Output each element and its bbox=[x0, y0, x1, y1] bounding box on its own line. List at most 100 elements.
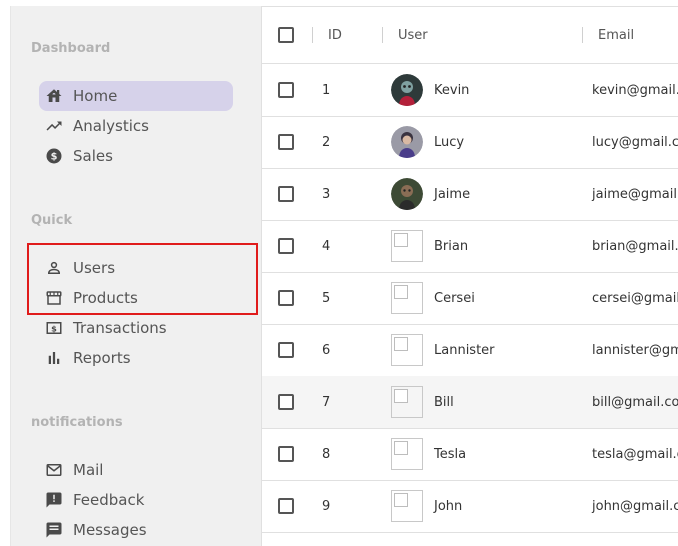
sidebar-item-label: Feedback bbox=[73, 491, 145, 509]
sidebar-item-label: Users bbox=[73, 259, 116, 277]
mail-icon bbox=[45, 461, 63, 479]
users-data-grid: ID User Email 1 Kevin kevin@gmail.com 2 bbox=[261, 6, 678, 533]
column-header-email[interactable]: Email bbox=[598, 7, 634, 63]
sidebar-item-label: Mail bbox=[73, 461, 104, 479]
row-id: 9 bbox=[322, 498, 331, 514]
sidebar-item-feedback[interactable]: Feedback bbox=[39, 485, 233, 515]
section-title-quick: Quick bbox=[31, 213, 73, 228]
sidebar-item-home[interactable]: Home bbox=[39, 81, 233, 111]
sidebar-item-transactions[interactable]: $ Transactions bbox=[39, 313, 233, 343]
user-icon bbox=[45, 259, 63, 277]
user-name: Lannister bbox=[434, 342, 495, 358]
feedback-icon bbox=[45, 491, 63, 509]
row-checkbox[interactable] bbox=[278, 342, 294, 358]
sidebar-item-analytics[interactable]: Analystics bbox=[39, 111, 233, 141]
user-name: Bill bbox=[434, 394, 454, 410]
user-email: lucy@gmail.com bbox=[592, 134, 678, 150]
column-header-user[interactable]: User bbox=[398, 7, 428, 63]
table-row[interactable]: 9 John john@gmail.com bbox=[262, 480, 678, 533]
user-name: Kevin bbox=[434, 82, 470, 98]
user-name: Lucy bbox=[434, 134, 465, 150]
sidebar-item-label: Transactions bbox=[73, 319, 167, 337]
user-name: Cersei bbox=[434, 290, 475, 306]
user-name: Tesla bbox=[434, 446, 467, 462]
row-id: 1 bbox=[322, 82, 331, 98]
row-id: 6 bbox=[322, 342, 331, 358]
trending-up-icon bbox=[45, 117, 63, 135]
user-email: john@gmail.com bbox=[592, 498, 678, 514]
sidebar-item-mail[interactable]: Mail bbox=[39, 455, 233, 485]
broken-image-icon bbox=[391, 490, 423, 522]
sidebar-item-label: Messages bbox=[73, 521, 147, 539]
bar-chart-icon bbox=[45, 349, 63, 367]
section-title-notifications: notifications bbox=[31, 415, 123, 430]
user-name: Jaime bbox=[434, 186, 471, 202]
sidebar-item-users[interactable]: Users bbox=[39, 253, 233, 283]
broken-image-icon bbox=[391, 438, 423, 470]
row-id: 8 bbox=[322, 446, 331, 462]
broken-image-icon bbox=[391, 282, 423, 314]
sidebar-item-label: Home bbox=[73, 87, 118, 105]
row-id: 3 bbox=[322, 186, 331, 202]
user-email: lannister@gmail.com bbox=[592, 342, 678, 358]
table-row[interactable]: 5 Cersei cersei@gmail.com bbox=[262, 272, 678, 325]
row-checkbox[interactable] bbox=[278, 238, 294, 254]
broken-image-icon bbox=[391, 230, 423, 262]
column-separator[interactable] bbox=[382, 27, 383, 43]
section-title-dashboard: Dashboard bbox=[31, 41, 111, 56]
home-icon bbox=[45, 87, 63, 105]
sidebar-item-sales[interactable]: $ Sales bbox=[39, 141, 233, 171]
table-row[interactable]: 7 Bill bill@gmail.com bbox=[262, 376, 678, 429]
avatar bbox=[391, 74, 423, 106]
user-email: brian@gmail.com bbox=[592, 238, 678, 254]
table-row[interactable]: 3 Jaime jaime@gmail.com bbox=[262, 168, 678, 221]
table-row[interactable]: 1 Kevin kevin@gmail.com bbox=[262, 64, 678, 117]
storefront-icon bbox=[45, 289, 63, 307]
row-checkbox[interactable] bbox=[278, 394, 294, 410]
sidebar-item-reports[interactable]: Reports bbox=[39, 343, 233, 373]
dollar-icon: $ bbox=[45, 147, 63, 165]
sidebar-item-messages[interactable]: Messages bbox=[39, 515, 233, 545]
sidebar-item-label: Reports bbox=[73, 349, 131, 367]
sidebar-item-label: Sales bbox=[73, 147, 113, 165]
sidebar-item-label: Analystics bbox=[73, 117, 149, 135]
table-row[interactable]: 8 Tesla tesla@gmail.com bbox=[262, 428, 678, 481]
table-row[interactable]: 4 Brian brian@gmail.com bbox=[262, 220, 678, 273]
user-email: tesla@gmail.com bbox=[592, 446, 678, 462]
user-email: bill@gmail.com bbox=[592, 394, 678, 410]
row-id: 2 bbox=[322, 134, 331, 150]
user-name: John bbox=[434, 498, 463, 514]
row-checkbox[interactable] bbox=[278, 82, 294, 98]
avatar bbox=[391, 126, 423, 158]
sidebar-item-products[interactable]: Products bbox=[39, 283, 233, 313]
row-id: 7 bbox=[322, 394, 331, 410]
row-id: 5 bbox=[322, 290, 331, 306]
row-checkbox[interactable] bbox=[278, 290, 294, 306]
column-separator[interactable] bbox=[582, 27, 583, 43]
user-email: jaime@gmail.com bbox=[592, 186, 678, 202]
row-checkbox[interactable] bbox=[278, 446, 294, 462]
row-id: 4 bbox=[322, 238, 331, 254]
row-checkbox[interactable] bbox=[278, 134, 294, 150]
row-checkbox[interactable] bbox=[278, 186, 294, 202]
table-row[interactable]: 6 Lannister lannister@gmail.com bbox=[262, 324, 678, 377]
sidebar: Dashboard Home Analystics $ Sales Quick … bbox=[10, 6, 262, 546]
select-all-checkbox[interactable] bbox=[278, 27, 294, 43]
svg-text:$: $ bbox=[51, 323, 57, 333]
broken-image-icon bbox=[391, 334, 423, 366]
table-header: ID User Email bbox=[262, 7, 678, 64]
user-name: Brian bbox=[434, 238, 469, 254]
sidebar-item-label: Products bbox=[73, 289, 138, 307]
avatar bbox=[391, 178, 423, 210]
user-email: kevin@gmail.com bbox=[592, 82, 678, 98]
column-separator[interactable] bbox=[312, 27, 313, 43]
column-header-id[interactable]: ID bbox=[328, 7, 342, 63]
money-icon: $ bbox=[45, 319, 63, 337]
row-checkbox[interactable] bbox=[278, 498, 294, 514]
message-icon bbox=[45, 521, 63, 539]
broken-image-icon bbox=[391, 386, 423, 418]
select-all-cell bbox=[278, 7, 294, 63]
user-email: cersei@gmail.com bbox=[592, 290, 678, 306]
table-row[interactable]: 2 Lucy lucy@gmail.com bbox=[262, 116, 678, 169]
svg-text:$: $ bbox=[51, 151, 58, 162]
